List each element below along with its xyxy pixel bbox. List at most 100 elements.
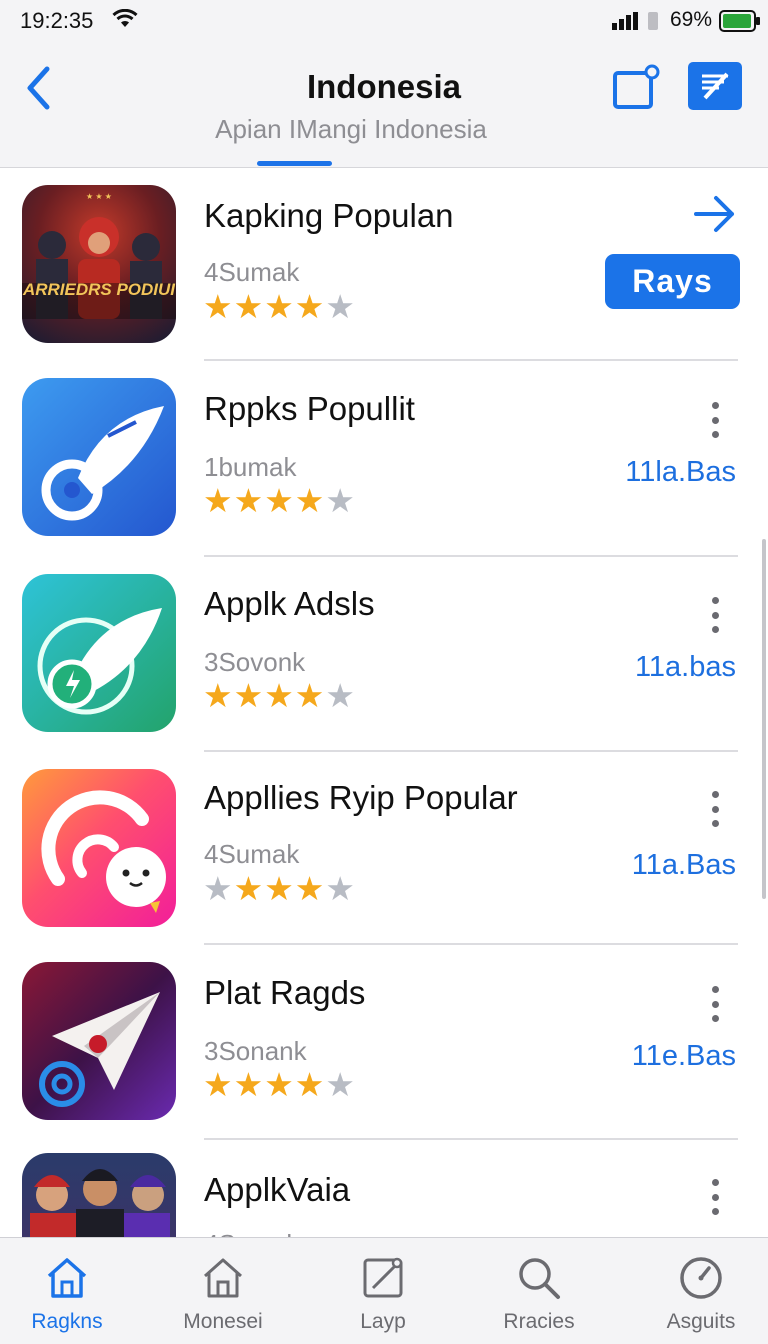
star-icon: ★	[294, 677, 325, 714]
star-icon: ★	[294, 288, 325, 325]
price-link[interactable]: 11e.Bas	[632, 1040, 736, 1073]
signal-icon	[612, 12, 658, 30]
app-name: Kapking Populan	[204, 197, 454, 234]
tab-label: Asguits	[666, 1310, 736, 1333]
app-list: ARRIEDRS PODIUI ★ ★ ★ Kapking Populan 4S…	[0, 169, 768, 1237]
tab-rracies[interactable]: Rracies	[474, 1254, 604, 1334]
tab-label: Ragkns	[31, 1310, 103, 1333]
tab-asguits[interactable]: Asguits	[636, 1254, 766, 1334]
star-icon: ★	[325, 482, 355, 519]
more-options-button[interactable]	[700, 1175, 730, 1219]
divider	[204, 1138, 738, 1140]
star-icon: ★	[264, 870, 294, 907]
app-subtitle: 4Sumak	[204, 839, 300, 869]
tab-label: Rracies	[503, 1310, 575, 1333]
star-icon: ★	[203, 288, 233, 325]
tab-bar: Ragkns Monesei Layp Rracies Asguits	[0, 1237, 768, 1344]
star-rating: ★ ★ ★ ★ ★	[203, 484, 355, 518]
new-window-button[interactable]	[612, 64, 660, 112]
status-time: 19:2:35	[20, 8, 94, 33]
paper-plane-icon	[22, 962, 176, 1120]
compass-icon	[680, 1257, 722, 1299]
star-rating: ★ ★ ★ ★ ★	[203, 679, 355, 713]
open-arrow-button[interactable]	[690, 193, 740, 235]
list-item[interactable]: ApplkVaia 4Sumak	[0, 1143, 768, 1237]
app-subtitle: 3Sovonk	[204, 647, 306, 677]
app-subtitle: 4Sumak	[204, 1229, 299, 1237]
star-rating: ★ ★ ★ ★ ★	[203, 872, 355, 906]
star-icon: ★	[203, 677, 233, 714]
star-icon: ★	[233, 1066, 264, 1103]
price-link[interactable]: 11la.Bas	[625, 456, 736, 489]
search-icon	[519, 1258, 560, 1299]
tab-label: Monesei	[183, 1310, 263, 1333]
navigation-bar: Indonesia Apian IMangi Indonesia	[0, 44, 768, 168]
star-icon: ★	[233, 482, 264, 519]
compose-icon	[702, 72, 729, 100]
star-icon: ★	[264, 1066, 294, 1103]
tab-ragkns[interactable]: Ragkns	[2, 1254, 132, 1334]
star-icon: ★	[264, 288, 294, 325]
rocket-bolt-icon	[22, 574, 176, 732]
game-heroes-icon: ARRIEDRS PODIUI ★ ★ ★	[22, 185, 176, 343]
more-options-button[interactable]	[700, 982, 730, 1026]
rocket-icon	[22, 378, 176, 536]
wifi-icon	[112, 9, 138, 27]
battery-percent: 69%	[670, 8, 713, 31]
star-icon: ★	[203, 482, 233, 519]
game-logo-text: ARRIEDRS PODIUI	[22, 280, 176, 299]
price-link[interactable]: 11a.Bas	[632, 849, 736, 882]
arrow-right-icon	[694, 196, 734, 232]
app-subtitle: 4Sumak	[204, 257, 300, 287]
page-subtitle: Apian IMangi Indonesia	[215, 114, 487, 144]
more-options-button[interactable]	[700, 787, 730, 831]
app-name: Applk Adsls	[204, 585, 375, 622]
star-icon: ★	[325, 1066, 355, 1103]
star-rating: ★ ★ ★ ★ ★	[203, 1068, 355, 1102]
app-subtitle: 3Sonank	[204, 1036, 307, 1066]
home-icon	[47, 1258, 87, 1298]
star-icon: ★	[325, 870, 355, 907]
app-name: Plat Ragds	[204, 974, 366, 1011]
star-icon: ★	[233, 288, 264, 325]
new-window-icon	[613, 64, 660, 109]
list-item[interactable]: Applk Adsls 3Sovonk ★ ★ ★ ★ ★ 11a.bas	[0, 559, 768, 753]
star-icon: ★	[325, 677, 355, 714]
star-icon: ★	[264, 677, 294, 714]
divider	[204, 943, 738, 945]
team-players-icon	[22, 1153, 176, 1237]
svg-text:★ ★ ★: ★ ★ ★	[86, 192, 112, 201]
star-icon: ★	[264, 482, 294, 519]
star-icon: ★	[203, 870, 233, 907]
list-item[interactable]: Appllies Ryip Popular 4Sumak ★ ★ ★ ★ ★ 11a.B…	[0, 753, 768, 947]
tab-label: Layp	[360, 1310, 406, 1333]
star-icon: ★	[325, 288, 355, 325]
divider	[204, 750, 738, 752]
more-options-button[interactable]	[700, 398, 730, 442]
compose-button[interactable]	[688, 62, 742, 110]
more-options-button[interactable]	[700, 593, 730, 637]
star-icon: ★	[233, 677, 264, 714]
star-icon: ★	[294, 1066, 325, 1103]
star-icon: ★	[294, 870, 325, 907]
app-name: Appllies Ryip Popular	[204, 779, 518, 816]
scrollbar[interactable]	[762, 539, 766, 899]
tab-layp[interactable]: Layp	[318, 1254, 448, 1334]
list-item[interactable]: Rppks Popullit 1bumak ★ ★ ★ ★ ★ 11la.Bas	[0, 364, 768, 558]
get-button[interactable]: Rays	[605, 254, 740, 309]
star-icon: ★	[233, 870, 264, 907]
home-outline-icon	[204, 1258, 242, 1298]
star-icon: ★	[203, 1066, 233, 1103]
star-rating: ★ ★ ★ ★ ★	[203, 290, 355, 324]
list-item[interactable]: Plat Ragds 3Sonank ★ ★ ★ ★ ★ 11e.Bas	[0, 948, 768, 1142]
tab-indicator	[257, 161, 332, 166]
app-name: Rppks Popullit	[204, 390, 415, 427]
divider	[204, 359, 738, 361]
star-icon: ★	[294, 482, 325, 519]
status-bar: 19:2:35 69%	[0, 0, 768, 44]
tab-monesei[interactable]: Monesei	[158, 1254, 288, 1334]
price-link[interactable]: 11a.bas	[635, 651, 736, 684]
battery-icon	[719, 10, 760, 32]
edit-icon	[363, 1257, 403, 1298]
list-item[interactable]: ARRIEDRS PODIUI ★ ★ ★ Kapking Populan 4S…	[0, 169, 768, 363]
